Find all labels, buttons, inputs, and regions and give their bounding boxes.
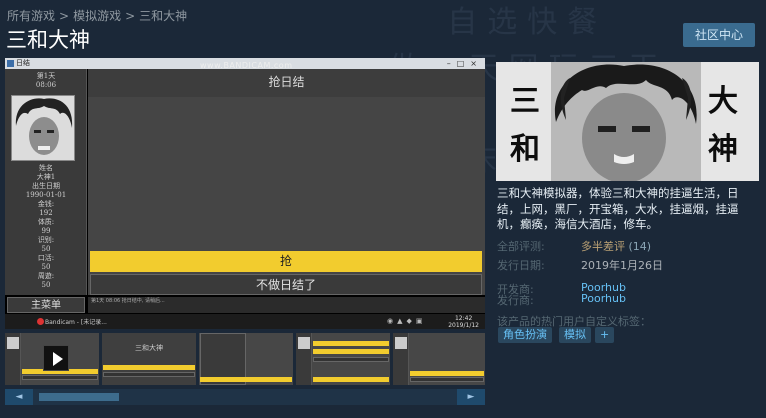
game-window-title: 日结	[16, 59, 30, 67]
stat-value: 192	[39, 209, 53, 217]
taskbar-clock: 12:42 2019/1/12	[448, 315, 479, 329]
publisher-link[interactable]: Poorhub	[581, 292, 626, 305]
review-label: 全部评测:	[497, 240, 545, 253]
release-value: 2019年1月26日	[581, 259, 663, 272]
thumbnail-caption: 三和大神	[135, 344, 163, 352]
breadcrumb-separator: >	[125, 9, 136, 23]
capsule-char: 和	[510, 132, 540, 167]
capsule-char: 大	[708, 84, 738, 119]
thumbnail-scrollbar[interactable]: ◄ ►	[5, 389, 485, 405]
taskbar-time: 12:42	[454, 315, 473, 322]
game-time: 08:06	[35, 81, 57, 89]
bandicam-record-icon	[37, 318, 44, 325]
stat-value: 大神1	[36, 173, 56, 181]
game-status-line: 第1天 08:06 抢日结中, 请稍后...	[88, 297, 485, 313]
quit-job-button[interactable]: 不做日结了	[90, 274, 482, 295]
app-icon	[7, 60, 14, 67]
review-value[interactable]: 多半差评 (14)	[581, 238, 651, 254]
stat-value: 50	[41, 245, 51, 253]
tray-icons: ◉▲◆▣	[387, 317, 427, 325]
play-icon	[43, 345, 69, 371]
stat-label: 金钱:	[37, 200, 55, 208]
publisher-label: 发行商:	[497, 294, 534, 307]
thumbnail-screenshot[interactable]: 三和大神	[102, 333, 196, 385]
game-description: 三和大神模拟器，体验三和大神的挂逼生活，日结，上网，黑厂，开宝箱，大水，挂逼烟，…	[497, 186, 739, 232]
game-main-area: 抢日结 抢 不做日结了	[88, 69, 485, 295]
character-portrait	[11, 95, 75, 161]
breadcrumb-simulation[interactable]: 模拟游戏	[73, 9, 121, 23]
thumbnail-screenshot[interactable]	[296, 333, 390, 385]
scroll-right-arrow-icon[interactable]: ►	[457, 389, 485, 405]
add-tag-button[interactable]: +	[595, 327, 615, 343]
media-thumbnail-strip: 三和大神	[5, 333, 485, 385]
stat-label: 周遊:	[37, 272, 55, 280]
stat-label: 姓名	[39, 164, 53, 172]
review-count: (14)	[628, 240, 652, 253]
breadcrumb-separator: >	[59, 9, 70, 23]
stat-label: 出生日期	[32, 182, 60, 190]
tag-role-playing[interactable]: 角色扮演	[498, 327, 552, 343]
stat-label: 口活:	[37, 254, 55, 262]
stat-value: 50	[41, 263, 51, 271]
game-heading: 抢日结	[88, 69, 485, 97]
capsule-char: 神	[708, 132, 738, 167]
game-status-panel: 第1天 08:06 姓名 大神1 出生日期 1990-01-01 金钱: 192…	[5, 69, 87, 295]
breadcrumb: 所有游戏 > 模拟游戏 > 三和大神	[7, 7, 187, 24]
thumbnail-video[interactable]	[5, 333, 99, 385]
stat-value: 99	[41, 227, 51, 235]
community-hub-button[interactable]: 社区中心	[683, 23, 755, 47]
breadcrumb-current[interactable]: 三和大神	[139, 9, 187, 23]
page-title: 三和大神	[6, 28, 90, 52]
window-controls-icon: –□×	[446, 59, 483, 68]
taskbar-app-label: Bandicam - [未记录...	[45, 319, 107, 326]
game-day: 第1天	[36, 72, 56, 80]
stat-label: 识别:	[37, 236, 55, 244]
main-menu-tab[interactable]: 主菜单	[7, 297, 85, 313]
stat-value: 1990-01-01	[25, 191, 67, 199]
capsule-char: 三	[510, 84, 540, 119]
review-rating[interactable]: 多半差评	[581, 240, 625, 253]
release-label: 发行日期:	[497, 259, 545, 272]
game-header-capsule: 三 和 大 神	[496, 62, 759, 181]
tag-simulation[interactable]: 模拟	[559, 327, 591, 343]
stat-value: 50	[41, 281, 51, 289]
media-viewer[interactable]: 日结 –□× www.BANDICAM.com 第1天 08:06 姓名 大神1…	[5, 58, 485, 329]
breadcrumb-all-games[interactable]: 所有游戏	[7, 9, 55, 23]
thumbnail-screenshot[interactable]	[199, 333, 293, 385]
taskbar-date: 2019/1/12	[448, 322, 479, 329]
scrollbar-thumb[interactable]	[39, 393, 119, 401]
stat-label: 体质:	[37, 218, 55, 226]
scroll-left-arrow-icon[interactable]: ◄	[5, 389, 33, 405]
windows-taskbar: Bandicam - [未记录... ◉▲◆▣ 12:42 2019/1/12	[5, 314, 485, 329]
grab-job-button[interactable]: 抢	[90, 251, 482, 272]
thumbnail-screenshot[interactable]	[393, 333, 485, 385]
